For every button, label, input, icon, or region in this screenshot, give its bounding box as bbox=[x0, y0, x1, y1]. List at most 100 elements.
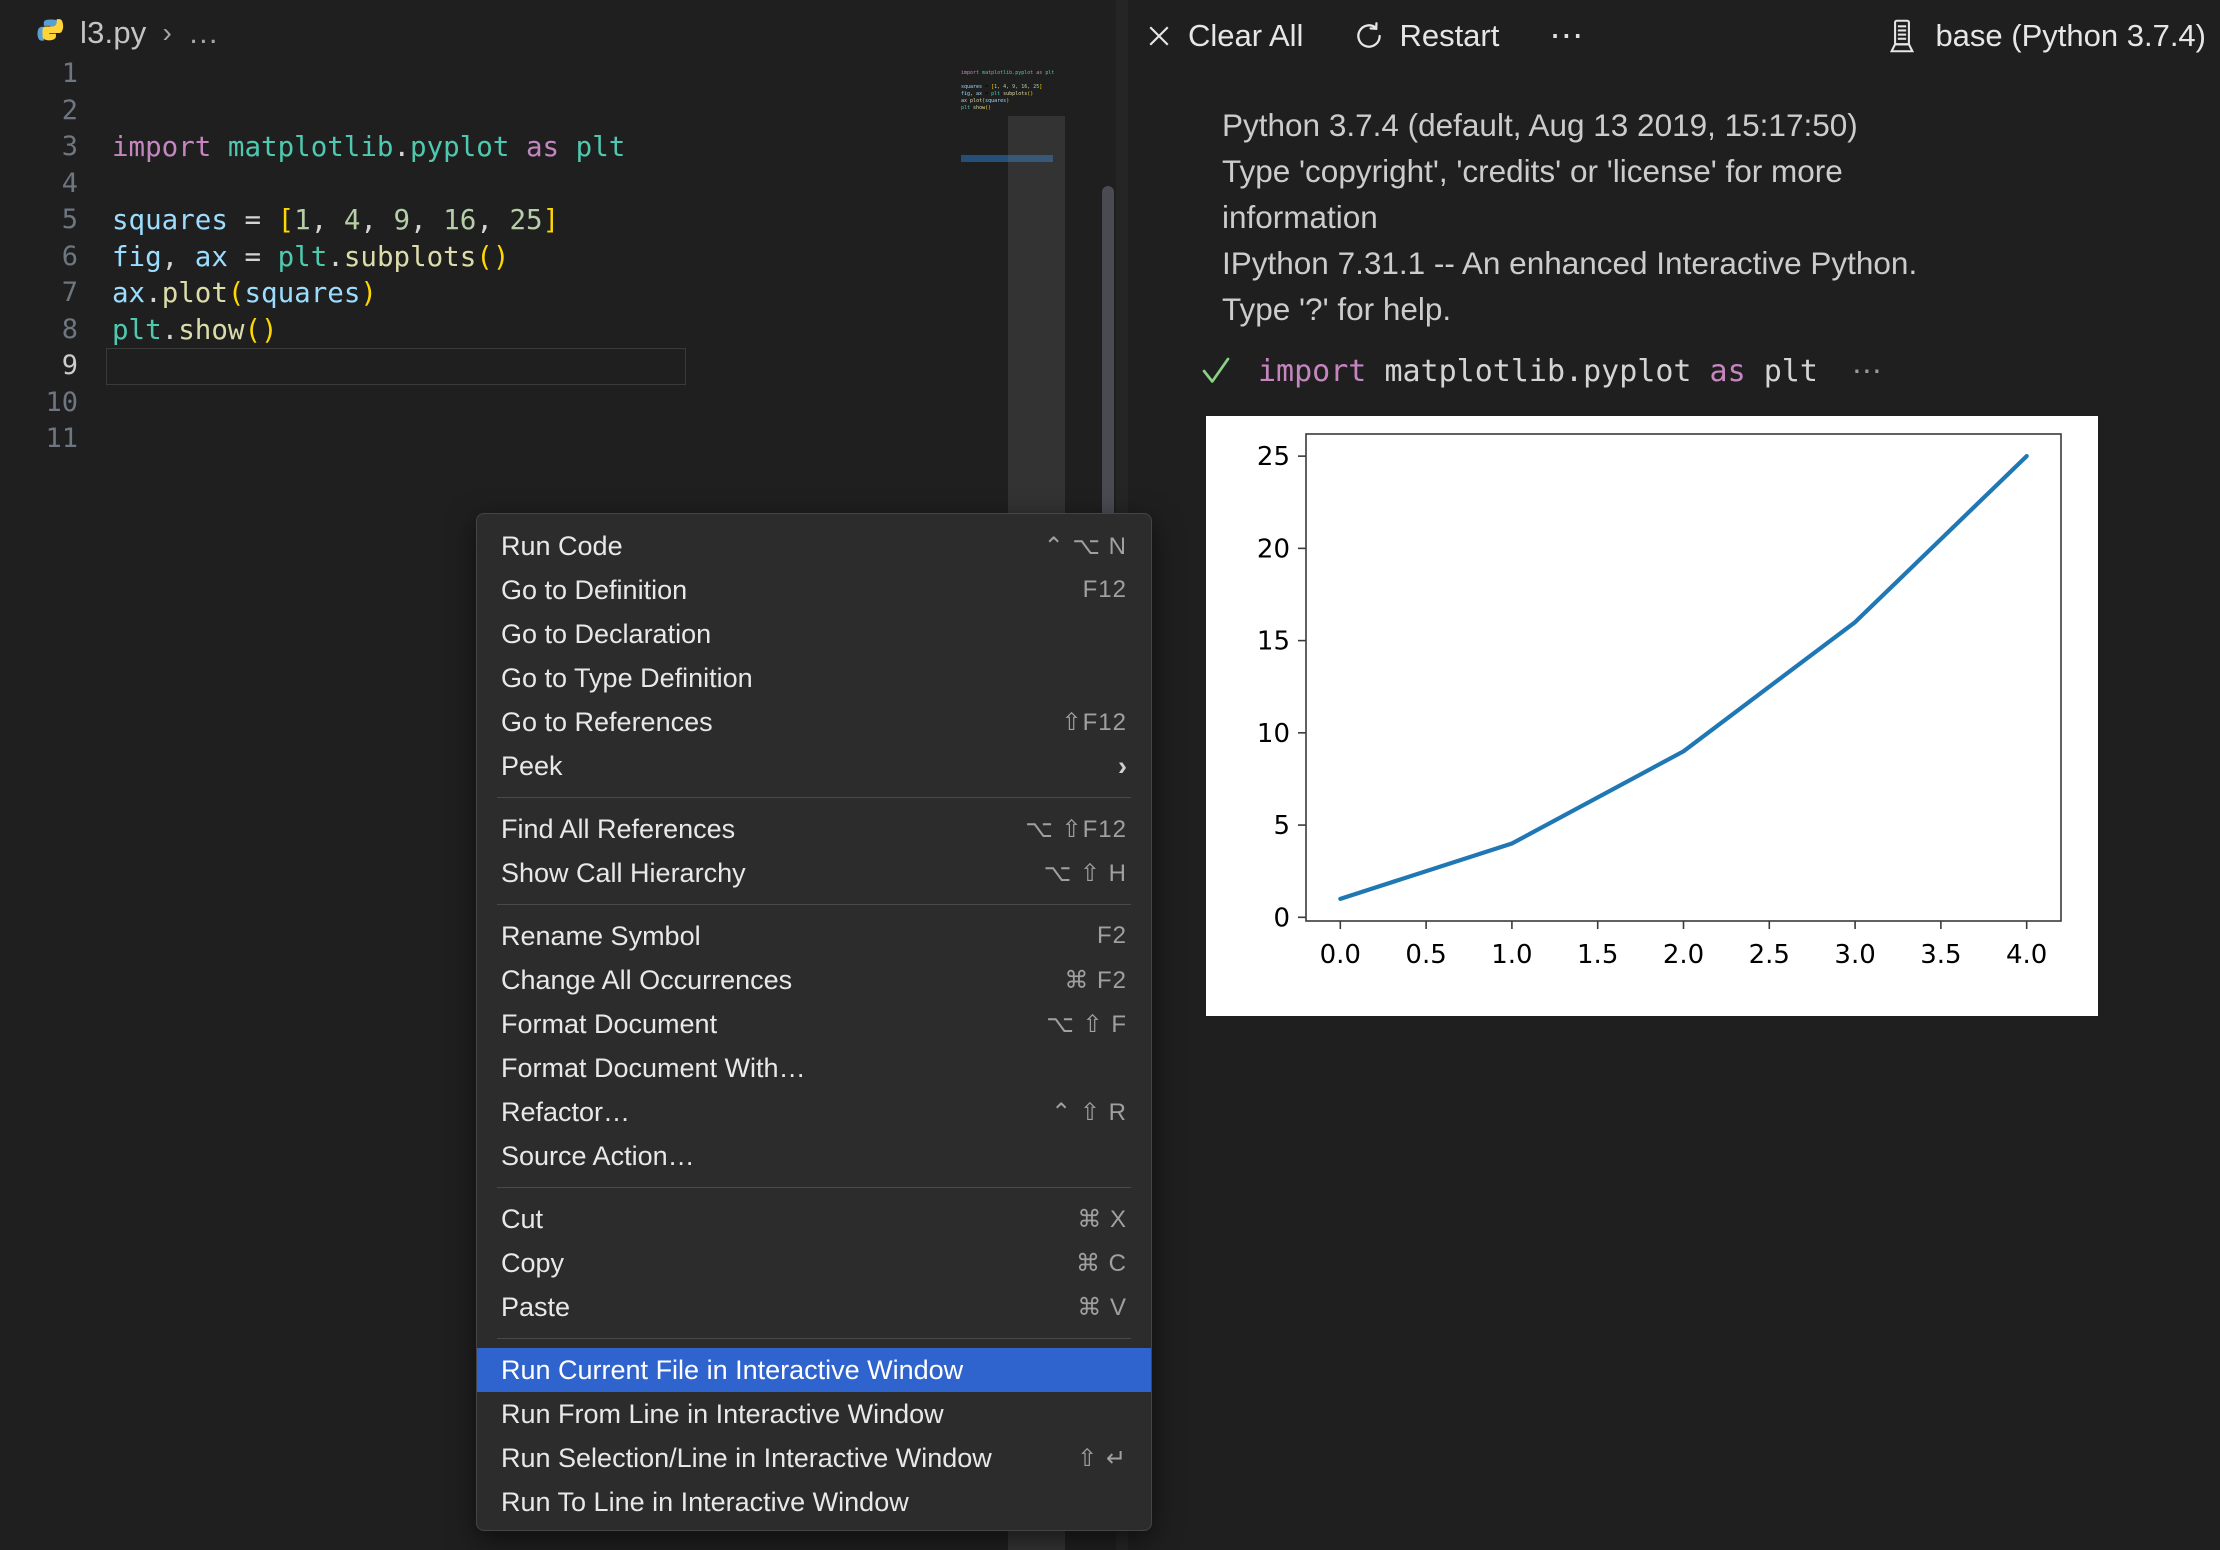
python-logo-icon bbox=[36, 18, 66, 48]
x-tick-label: 0.5 bbox=[1405, 940, 1446, 970]
kernel-selector-button[interactable]: base (Python 3.7.4) bbox=[1877, 8, 2214, 64]
menu-item-label: Go to Declaration bbox=[501, 618, 712, 649]
menu-item-shortcut: ⌃ ⌥ N bbox=[1043, 532, 1127, 560]
menu-item[interactable]: Change All Occurrences ⌘ F2 bbox=[477, 958, 1151, 1002]
y-tick-label: 25 bbox=[1257, 442, 1290, 472]
line-number-gutter: 1 2 3 4 5 6 7 8 9 10 11 bbox=[0, 56, 96, 1550]
menu-item[interactable]: Refactor… ⌃ ⇧ R bbox=[477, 1090, 1151, 1134]
chevron-right-icon: › bbox=[1118, 750, 1127, 781]
line-number: 5 bbox=[61, 204, 78, 235]
y-tick-label: 10 bbox=[1257, 719, 1290, 749]
line-number: 3 bbox=[61, 131, 78, 162]
menu-item[interactable]: Source Action… bbox=[477, 1134, 1151, 1178]
menu-item-shortcut: ⌘ V bbox=[1077, 1293, 1127, 1321]
menu-item[interactable]: Format Document ⌥ ⇧ F bbox=[477, 1002, 1151, 1046]
minimap-line bbox=[961, 77, 1061, 84]
menu-item[interactable]: Rename Symbol F2 bbox=[477, 914, 1151, 958]
code-line-3[interactable]: import matplotlib.pyplot as plt bbox=[96, 129, 1016, 166]
line-number: 4 bbox=[61, 167, 78, 199]
menu-item-label: Show Call Hierarchy bbox=[501, 857, 746, 888]
menu-item[interactable]: Run From Line in Interactive Window bbox=[477, 1392, 1151, 1436]
clear-all-label: Clear All bbox=[1188, 18, 1304, 53]
banner-line: Python 3.7.4 (default, Aug 13 2019, 15:1… bbox=[1222, 107, 1858, 143]
more-actions-button[interactable]: ⋯ bbox=[1537, 8, 1598, 64]
minimap-line bbox=[961, 63, 1061, 70]
menu-item[interactable]: Copy ⌘ C bbox=[477, 1241, 1151, 1285]
more-actions-icon: ⋯ bbox=[1549, 17, 1587, 55]
menu-item[interactable]: Go to Declaration bbox=[477, 612, 1151, 656]
menu-item-label: Change All Occurrences bbox=[501, 964, 793, 995]
menu-item[interactable]: Show Call Hierarchy ⌥ ⇧ H bbox=[477, 851, 1151, 895]
y-tick-label: 0 bbox=[1273, 903, 1290, 933]
menu-item-label: Copy bbox=[501, 1247, 565, 1278]
menu-item[interactable]: Run Code ⌃ ⌥ N bbox=[477, 524, 1151, 568]
banner-line: IPython 7.31.1 -- An enhanced Interactiv… bbox=[1222, 245, 1918, 281]
menu-item[interactable]: Run Selection/Line in Interactive Window… bbox=[477, 1436, 1151, 1480]
menu-item-shortcut: ⌘ C bbox=[1076, 1249, 1127, 1277]
menu-item-shortcut: ⌘ X bbox=[1077, 1205, 1127, 1233]
menu-item-shortcut: ⌥ ⇧F12 bbox=[1025, 815, 1127, 843]
menu-item-label: Find All References bbox=[501, 813, 736, 844]
code-line-6[interactable]: fig, ax = plt.subplots() bbox=[96, 239, 1016, 276]
breadcrumb-file[interactable]: l3.py bbox=[80, 15, 146, 51]
menu-item-shortcut: ⌥ ⇧ H bbox=[1043, 859, 1127, 887]
menu-item-label: Rename Symbol bbox=[501, 920, 701, 951]
menu-item-label: Source Action… bbox=[501, 1140, 695, 1171]
restart-button[interactable]: Restart bbox=[1341, 8, 1511, 64]
menu-item[interactable]: Go to Definition F12 bbox=[477, 568, 1151, 612]
line-number: 10 bbox=[45, 386, 78, 418]
menu-item[interactable]: Format Document With… bbox=[477, 1046, 1151, 1090]
line-number: 8 bbox=[61, 313, 78, 345]
code-line-10[interactable] bbox=[96, 385, 1016, 422]
menu-separator bbox=[497, 904, 1131, 905]
menu-item-shortcut: ⌘ F2 bbox=[1064, 966, 1127, 994]
x-tick-label: 0.0 bbox=[1320, 940, 1361, 970]
code-line-8[interactable]: plt.show() bbox=[96, 312, 1016, 349]
menu-item[interactable]: Run Current File in Interactive Window bbox=[477, 1348, 1151, 1392]
menu-item[interactable]: Find All References ⌥ ⇧F12 bbox=[477, 807, 1151, 851]
x-tick-label: 2.0 bbox=[1663, 940, 1704, 970]
minimap-line: squares = [1, 4, 9, 16, 25] bbox=[961, 84, 1043, 90]
x-tick-label: 3.0 bbox=[1834, 940, 1875, 970]
breadcrumb-separator-icon: › bbox=[162, 17, 172, 48]
menu-item-label: Run Current File in Interactive Window bbox=[501, 1354, 964, 1385]
breadcrumb-overflow[interactable]: … bbox=[188, 15, 219, 51]
clear-all-button[interactable]: Clear All bbox=[1132, 8, 1315, 64]
menu-item-label: Refactor… bbox=[501, 1096, 631, 1127]
code-line-4[interactable] bbox=[96, 166, 1016, 203]
code-line-11[interactable] bbox=[96, 422, 1016, 459]
cell-code-text: import matplotlib.pyplot as plt bbox=[1258, 353, 1818, 389]
close-x-icon bbox=[1144, 21, 1174, 51]
kernel-server-icon bbox=[1885, 18, 1919, 54]
menu-item-label: Run Selection/Line in Interactive Window bbox=[501, 1442, 992, 1473]
code-line-2[interactable] bbox=[96, 93, 1016, 130]
banner-line: Type 'copyright', 'credits' or 'license'… bbox=[1222, 153, 1843, 189]
menu-item-label: Go to References bbox=[501, 706, 713, 737]
line-chart: 0 5 10 15 20 25 0.0 0.5 1.0 1.5 2.0 2.5 3.0 3.5 4.0 bbox=[1206, 416, 2098, 1016]
context-menu[interactable]: Run Code ⌃ ⌥ N Go to Definition F12 Go to De… bbox=[476, 513, 1152, 1531]
menu-item[interactable]: Run To Line in Interactive Window bbox=[477, 1480, 1151, 1524]
python-banner: Python 3.7.4 (default, Aug 13 2019, 15:1… bbox=[1222, 102, 2162, 332]
menu-item-label: Peek bbox=[501, 750, 563, 781]
line-number: 6 bbox=[61, 240, 78, 272]
cell-overflow-icon[interactable]: ⋯ bbox=[1852, 354, 1884, 389]
code-line-7[interactable]: ax.plot(squares) bbox=[96, 275, 1016, 312]
interactive-window-toolbar: Clear All Restart ⋯ base (Python 3.7.4) bbox=[1128, 0, 2220, 72]
menu-item-label: Cut bbox=[501, 1203, 544, 1234]
line-number-active: 9 bbox=[61, 350, 78, 381]
code-line-5[interactable]: squares = [1, 4, 9, 16, 25] bbox=[96, 202, 1016, 239]
code-line-1[interactable] bbox=[96, 56, 1016, 93]
menu-item[interactable]: Paste ⌘ V bbox=[477, 1285, 1151, 1329]
line-number: 7 bbox=[61, 277, 78, 308]
banner-line: Type '?' for help. bbox=[1222, 291, 1452, 327]
matplotlib-plot-output: 0 5 10 15 20 25 0.0 0.5 1.0 1.5 2.0 2.5 3.0 3.5 4.0 bbox=[1206, 416, 2098, 1016]
restart-label: Restart bbox=[1399, 18, 1500, 53]
minimap-line: import matplotlib.pyplot as plt bbox=[961, 70, 1055, 76]
x-tick-label: 1.5 bbox=[1577, 940, 1618, 970]
code-line-9-active[interactable] bbox=[106, 348, 686, 385]
menu-item[interactable]: Peek › bbox=[477, 744, 1151, 788]
menu-item[interactable]: Cut ⌘ X bbox=[477, 1197, 1151, 1241]
menu-item[interactable]: Go to References ⇧F12 bbox=[477, 700, 1151, 744]
menu-item[interactable]: Go to Type Definition bbox=[477, 656, 1151, 700]
menu-item-label: Go to Definition bbox=[501, 574, 688, 605]
